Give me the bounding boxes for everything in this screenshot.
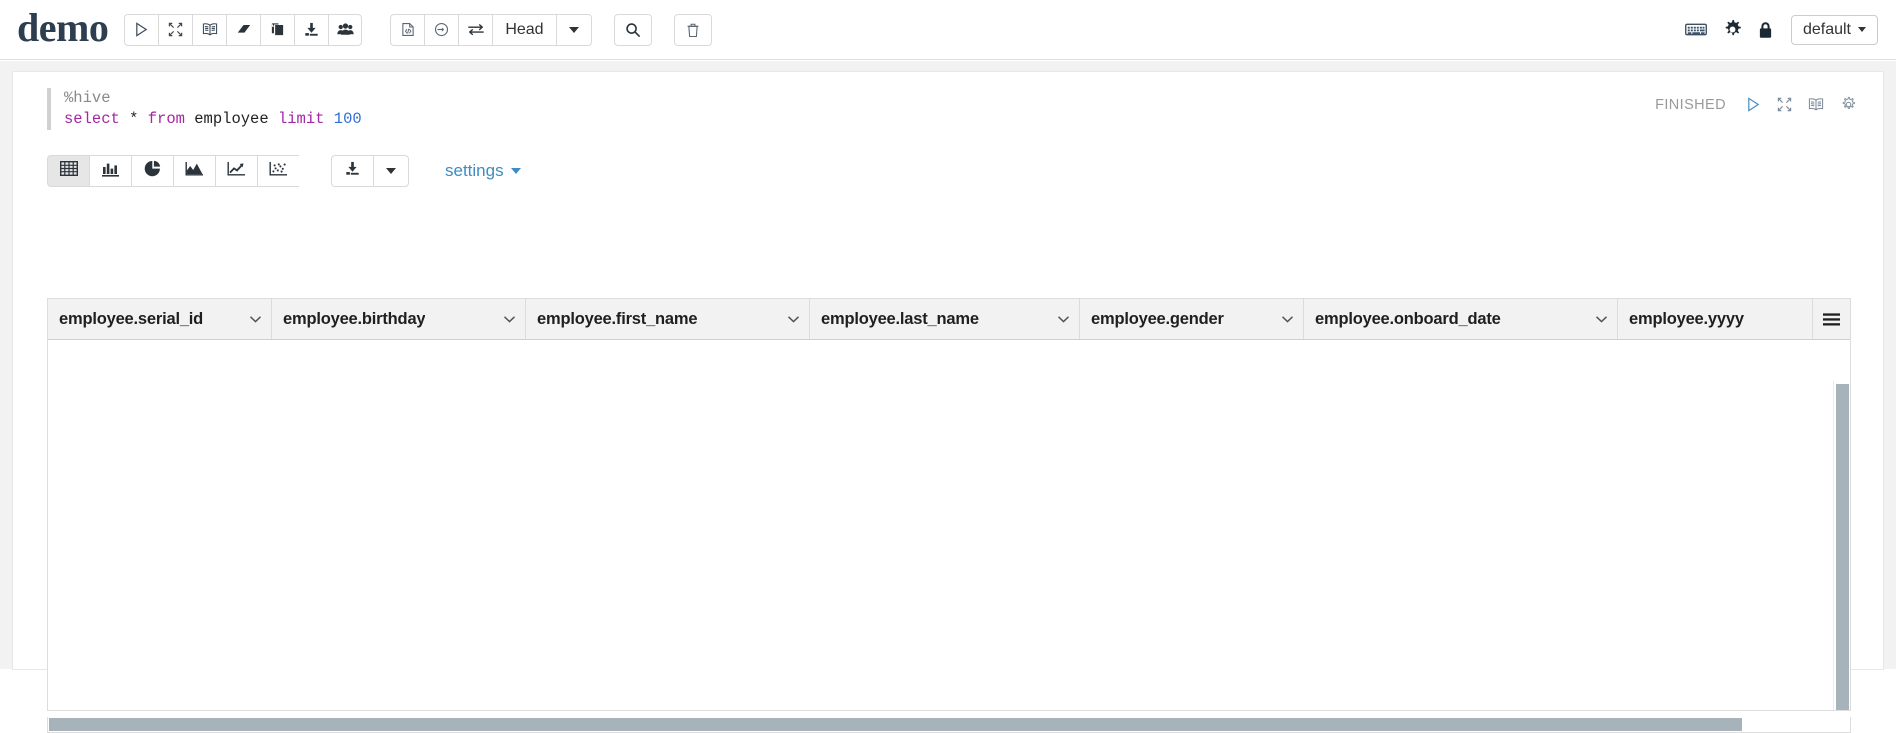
clone-notebook-button[interactable] [260,14,294,46]
hamburger-menu-icon[interactable] [1812,299,1850,339]
compare-arrows-icon [467,22,485,37]
chevron-down-icon [569,27,579,33]
notebook-title[interactable]: demo [17,8,108,52]
viz-mode-table[interactable] [47,155,89,187]
result-column-label: employee.onboard_date [1315,310,1501,329]
collapse-editor-icon[interactable] [1769,97,1800,112]
book-icon [202,22,218,37]
top-navbar: demo [0,0,1896,60]
collapse-arrows-icon [168,22,183,37]
search-icon [625,22,641,38]
result-table-body [48,340,1850,711]
scatter-chart-icon [269,161,288,182]
commit-button[interactable] [424,14,458,46]
horizontal-scrollbar-thumb[interactable] [49,718,1742,731]
viz-settings-toggle[interactable]: settings [445,161,521,181]
bar-chart-icon [102,161,120,182]
play-icon [134,22,149,37]
table-icon [60,161,78,181]
paragraph-container: %hive select * from employee limit 100 F… [13,72,1883,142]
run-paragraph-icon[interactable] [1738,97,1769,112]
chevron-down-icon [386,168,396,174]
navbar-right-cluster: default [1677,15,1878,45]
result-column-label: employee.serial_id [59,310,203,329]
viz-mode-bar-chart[interactable] [89,155,131,187]
users-icon [337,22,354,37]
result-column-header[interactable]: employee.gender [1080,299,1304,339]
result-column-header[interactable]: employee.last_name [810,299,1080,339]
revision-dropdown-button[interactable] [556,14,592,46]
search-button[interactable] [614,14,652,46]
column-menu-chevron-down-icon[interactable] [777,315,800,324]
download-icon [345,161,360,181]
result-table-header-row: employee.serial_id employee.birthday emplo… [48,299,1850,340]
code-sql-line: select * from employee limit 100 [64,110,362,128]
notebook-actions-group [124,14,362,46]
horizontal-scrollbar[interactable] [47,717,1851,733]
download-icon [304,22,319,37]
notebook-panel: %hive select * from employee limit 100 F… [13,72,1883,669]
vertical-scrollbar-thumb[interactable] [1836,384,1849,711]
column-menu-chevron-down-icon[interactable] [1585,315,1608,324]
toggle-all-collapse-button[interactable] [158,14,192,46]
result-column-header[interactable]: employee.yyyy [1618,299,1814,339]
line-chart-icon [227,161,246,182]
viz-settings-label: settings [445,161,504,181]
version-control-group: Head [390,14,591,46]
area-chart-icon [185,161,204,182]
result-column-label: employee.birthday [283,310,425,329]
pie-chart-icon [144,160,162,182]
column-menu-chevron-down-icon[interactable] [1271,315,1294,324]
vertical-scrollbar[interactable] [1833,381,1850,711]
result-column-header[interactable]: employee.serial_id [48,299,272,339]
chevron-down-icon [511,168,521,174]
column-menu-chevron-down-icon[interactable] [493,315,516,324]
code-editor[interactable]: %hive select * from employee limit 100 [47,88,362,130]
delete-notebook-button[interactable] [674,14,712,46]
paragraph-settings-icon[interactable] [1832,96,1865,113]
permissions-button[interactable] [328,14,362,46]
run-all-paragraphs-button[interactable] [124,14,158,46]
chevron-down-icon [1858,27,1866,32]
paragraph-status-bar: FINISHED [1655,96,1865,113]
viz-mode-scatter-chart[interactable] [257,155,299,187]
clear-all-output-button[interactable] [226,14,260,46]
result-table: employee.serial_id employee.birthday emplo… [47,298,1851,711]
result-column-label: employee.gender [1091,310,1224,329]
code-magic-line: %hive [64,89,111,107]
download-results-group [331,155,409,187]
viz-mode-area-chart[interactable] [173,155,215,187]
result-column-label: employee.last_name [821,310,979,329]
download-format-caret[interactable] [373,155,409,187]
toggle-output-icon[interactable] [1800,97,1832,112]
compare-revisions-button[interactable] [458,14,492,46]
eraser-icon [236,22,252,37]
settings-gear-icon[interactable] [1715,20,1750,39]
download-results-button[interactable] [331,155,373,187]
export-notebook-button[interactable] [294,14,328,46]
revision-label-text: Head [493,21,555,39]
result-column-header[interactable]: employee.onboard_date [1304,299,1618,339]
result-column-label: employee.first_name [537,310,697,329]
result-column-label: employee.yyyy [1629,310,1744,329]
trash-icon [686,22,700,38]
result-column-header[interactable]: employee.first_name [526,299,810,339]
interpreter-binding-dropdown[interactable]: default [1791,15,1878,45]
clock-arrow-icon [434,22,449,37]
status-badge: FINISHED [1655,97,1726,113]
column-menu-chevron-down-icon[interactable] [1047,315,1070,324]
copy-icon [270,22,285,37]
keyboard-shortcuts-icon[interactable] [1677,22,1715,37]
result-column-header[interactable]: employee.birthday [272,299,526,339]
security-lock-icon[interactable] [1750,21,1781,39]
toggle-all-output-button[interactable] [192,14,226,46]
revision-label: Head [492,14,555,46]
code-view-button[interactable] [390,14,424,46]
viz-mode-line-chart[interactable] [215,155,257,187]
interpreter-binding-label: default [1803,21,1851,39]
viz-mode-pie-chart[interactable] [131,155,173,187]
visualization-toolbar: settings [47,155,521,187]
code-file-icon [401,22,415,37]
column-menu-chevron-down-icon[interactable] [239,315,262,324]
